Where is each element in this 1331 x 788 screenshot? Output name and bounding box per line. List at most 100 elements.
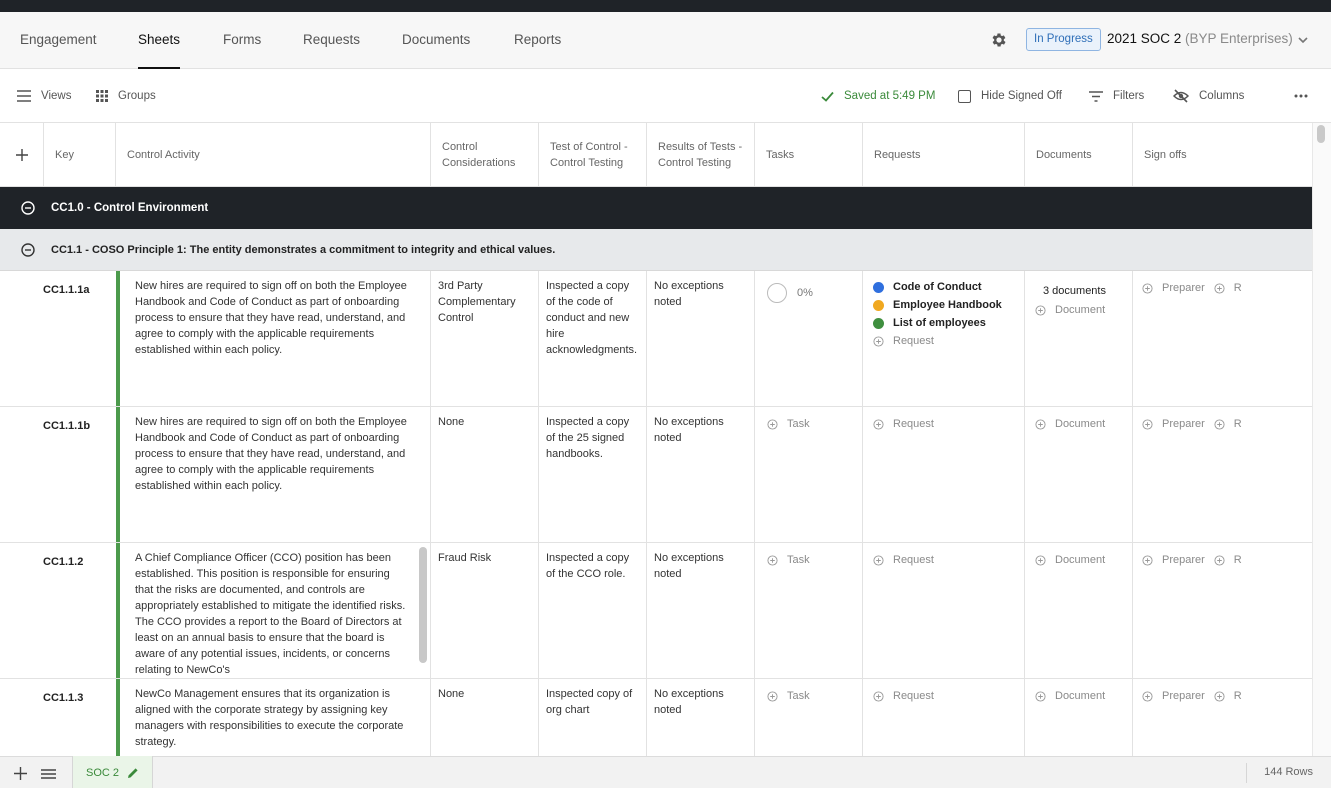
add-request-button[interactable]: Request: [873, 416, 1017, 432]
row-key[interactable]: CC1.1.1b: [0, 407, 116, 542]
collapse-circle-icon[interactable]: [21, 201, 35, 215]
tab-documents[interactable]: Documents: [402, 12, 470, 69]
table-row[interactable]: CC1.1.1a New hires are required to sign …: [0, 271, 1312, 407]
sign-offs-cell[interactable]: Preparer R: [1133, 407, 1312, 542]
test-of-control-cell[interactable]: Inspected a copy of the code of conduct …: [539, 271, 647, 406]
add-sheet-icon[interactable]: [14, 767, 27, 780]
control-activity-cell[interactable]: NewCo Management ensures that its organi…: [120, 679, 431, 756]
preparer-sign-off-button[interactable]: Preparer: [1162, 416, 1205, 432]
test-of-control-cell[interactable]: Inspected a copy of the 25 signed handbo…: [539, 407, 647, 542]
tab-sheets[interactable]: Sheets: [138, 12, 181, 69]
document-count[interactable]: 3 documents: [1035, 283, 1125, 299]
pencil-icon[interactable]: [127, 767, 139, 779]
sheet-tab-soc2[interactable]: SOC 2: [72, 756, 153, 788]
tab-forms[interactable]: Forms: [223, 12, 261, 69]
preparer-sign-off-button[interactable]: Preparer: [1162, 280, 1205, 296]
documents-cell[interactable]: 3 documents Document: [1025, 271, 1133, 406]
hide-signed-off-checkbox[interactable]: [958, 89, 971, 103]
documents-cell[interactable]: Document: [1025, 543, 1133, 678]
column-header-results-of-tests[interactable]: Results of Tests - Control Testing: [647, 123, 755, 187]
add-document-button[interactable]: Document: [1035, 688, 1125, 704]
add-document-button[interactable]: Document: [1035, 416, 1125, 432]
tab-reports[interactable]: Reports: [514, 12, 561, 69]
chevron-down-icon[interactable]: [1297, 34, 1309, 46]
request-item[interactable]: List of employees: [873, 314, 1017, 332]
tasks-cell[interactable]: Task: [755, 407, 863, 542]
results-cell[interactable]: No exceptions noted: [647, 271, 755, 406]
column-header-sign-offs[interactable]: Sign offs: [1133, 123, 1312, 187]
preparer-sign-off-button[interactable]: Preparer: [1162, 688, 1205, 704]
add-task-button[interactable]: Task: [767, 688, 855, 704]
scrollbar-thumb[interactable]: [1317, 125, 1325, 143]
tasks-cell[interactable]: 0%: [755, 271, 863, 406]
groups-button[interactable]: Groups: [96, 69, 156, 123]
gear-icon[interactable]: [990, 31, 1008, 49]
engagement-name[interactable]: 2021 SOC 2: [1107, 31, 1181, 46]
test-of-control-cell[interactable]: Inspected copy of org chart: [539, 679, 647, 756]
collapse-circle-icon[interactable]: [21, 242, 35, 257]
add-document-button[interactable]: Document: [1035, 552, 1125, 568]
sheet-list-icon[interactable]: [41, 769, 56, 779]
reviewer-sign-off-button[interactable]: R: [1234, 552, 1242, 568]
cell-scrollbar[interactable]: [419, 547, 427, 663]
more-options-button[interactable]: [1294, 69, 1318, 123]
control-considerations-cell[interactable]: Fraud Risk: [431, 543, 539, 678]
hide-signed-off-toggle[interactable]: Hide Signed Off: [958, 69, 1062, 123]
add-request-button[interactable]: Request: [873, 333, 1017, 349]
request-item[interactable]: Employee Handbook: [873, 296, 1017, 314]
reviewer-sign-off-button[interactable]: R: [1234, 280, 1242, 296]
views-button[interactable]: Views: [17, 69, 71, 123]
add-task-button[interactable]: Task: [767, 552, 855, 568]
column-header-documents[interactable]: Documents: [1025, 123, 1133, 187]
add-task-button[interactable]: Task: [767, 416, 855, 432]
documents-cell[interactable]: Document: [1025, 679, 1133, 756]
control-activity-cell[interactable]: New hires are required to sign off on bo…: [120, 407, 431, 542]
table-row[interactable]: CC1.1.3 NewCo Management ensures that it…: [0, 679, 1312, 756]
column-header-control-activity[interactable]: Control Activity: [116, 123, 431, 187]
engagement-client[interactable]: (BYP Enterprises): [1185, 31, 1293, 46]
column-header-tasks[interactable]: Tasks: [755, 123, 863, 187]
control-considerations-cell[interactable]: None: [431, 407, 539, 542]
requests-cell[interactable]: Request: [863, 679, 1025, 756]
row-key[interactable]: CC1.1.1a: [0, 271, 116, 406]
filters-button[interactable]: Filters: [1089, 69, 1144, 123]
vertical-scrollbar[interactable]: [1312, 123, 1331, 756]
results-cell[interactable]: No exceptions noted: [647, 543, 755, 678]
columns-button[interactable]: Columns: [1173, 69, 1244, 123]
tab-requests[interactable]: Requests: [303, 12, 360, 69]
tasks-cell[interactable]: Task: [755, 543, 863, 678]
add-request-button[interactable]: Request: [873, 552, 1017, 568]
sign-offs-cell[interactable]: Preparer R: [1133, 271, 1312, 406]
test-of-control-cell[interactable]: Inspected a copy of the CCO role.: [539, 543, 647, 678]
control-considerations-cell[interactable]: 3rd Party Complementary Control: [431, 271, 539, 406]
requests-cell[interactable]: Code of Conduct Employee Handbook List o…: [863, 271, 1025, 406]
requests-cell[interactable]: Request: [863, 407, 1025, 542]
add-row-button[interactable]: [0, 123, 44, 187]
documents-cell[interactable]: Document: [1025, 407, 1133, 542]
reviewer-sign-off-button[interactable]: R: [1234, 416, 1242, 432]
results-cell[interactable]: No exceptions noted: [647, 407, 755, 542]
control-activity-cell[interactable]: New hires are required to sign off on bo…: [120, 271, 431, 406]
control-activity-cell[interactable]: A Chief Compliance Officer (CCO) positio…: [120, 543, 431, 678]
row-key[interactable]: CC1.1.3: [0, 679, 116, 756]
tasks-cell[interactable]: Task: [755, 679, 863, 756]
sign-offs-cell[interactable]: Preparer R: [1133, 679, 1312, 756]
row-key[interactable]: CC1.1.2: [0, 543, 116, 678]
control-considerations-cell[interactable]: None: [431, 679, 539, 756]
tab-engagement[interactable]: Engagement: [20, 12, 97, 69]
table-row[interactable]: CC1.1.2 A Chief Compliance Officer (CCO)…: [0, 543, 1312, 679]
preparer-sign-off-button[interactable]: Preparer: [1162, 552, 1205, 568]
table-row[interactable]: CC1.1.1b New hires are required to sign …: [0, 407, 1312, 543]
sign-offs-cell[interactable]: Preparer R: [1133, 543, 1312, 678]
status-badge[interactable]: In Progress: [1026, 28, 1101, 51]
column-header-control-considerations[interactable]: Control Considerations: [431, 123, 539, 187]
add-document-button[interactable]: Document: [1035, 302, 1125, 318]
task-progress[interactable]: 0%: [767, 283, 855, 303]
column-header-requests[interactable]: Requests: [863, 123, 1025, 187]
group-header-section[interactable]: CC1.0 - Control Environment: [0, 187, 1312, 229]
requests-cell[interactable]: Request: [863, 543, 1025, 678]
column-header-key[interactable]: Key: [44, 123, 116, 187]
results-cell[interactable]: No exceptions noted: [647, 679, 755, 756]
column-header-test-of-control[interactable]: Test of Control - Control Testing: [539, 123, 647, 187]
reviewer-sign-off-button[interactable]: R: [1234, 688, 1242, 704]
